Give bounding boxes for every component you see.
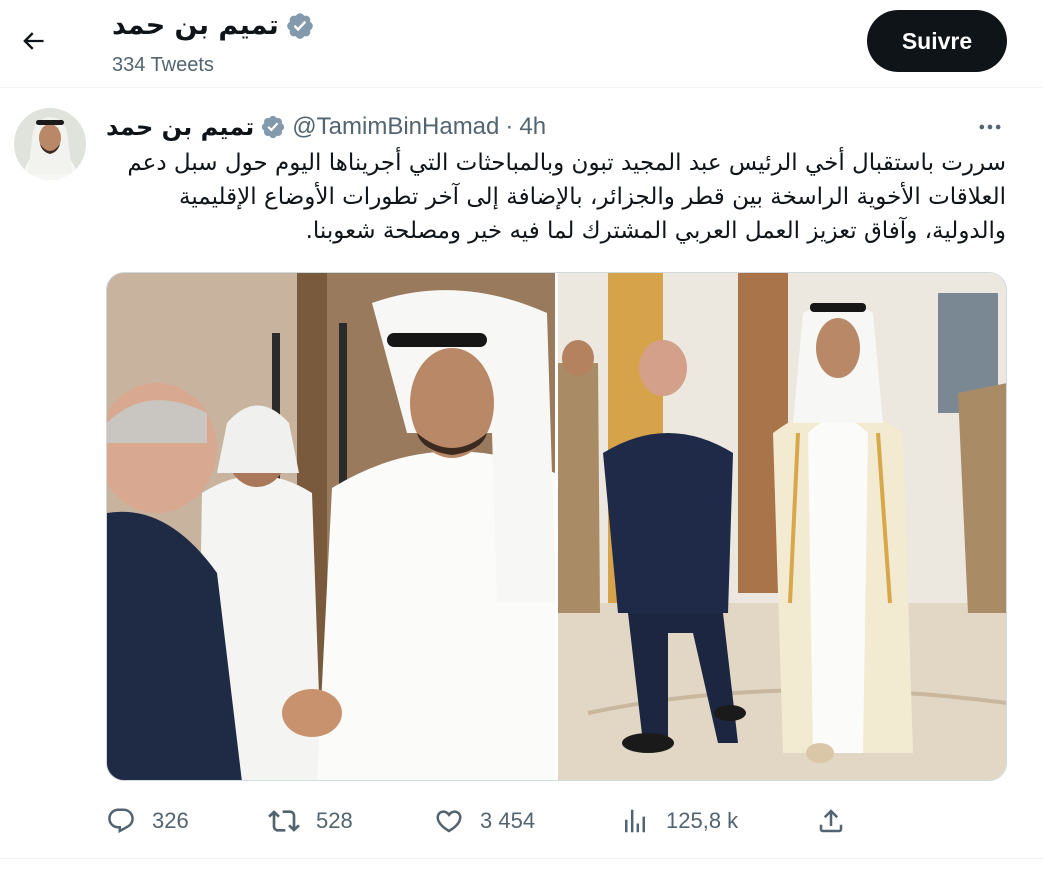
share-icon — [819, 809, 843, 833]
author-name[interactable]: تميم بن حمد — [106, 113, 254, 141]
verified-badge-icon — [287, 13, 313, 39]
author-handle[interactable]: @TamimBinHamad — [292, 113, 499, 141]
tweet-photo-2[interactable] — [558, 273, 1006, 780]
retweet-count: 528 — [316, 808, 353, 833]
tweet-photo-1[interactable] — [107, 273, 555, 780]
reply-button[interactable]: 326 — [106, 800, 189, 842]
tweet-actions: 326 528 3 454 125,8 k — [106, 800, 866, 842]
reply-icon — [108, 808, 134, 834]
tweet-count: 334 Tweets — [112, 54, 214, 76]
views-count: 125,8 k — [666, 808, 739, 833]
tweet-header: تميم بن حمد @TamimBinHamad · 4h — [106, 110, 546, 144]
back-button[interactable] — [14, 22, 52, 60]
analytics-icon — [625, 809, 645, 833]
author-avatar[interactable] — [14, 108, 86, 180]
more-button[interactable] — [970, 112, 1010, 142]
verified-badge-icon — [262, 115, 285, 139]
share-button[interactable] — [816, 800, 846, 842]
reply-count: 326 — [152, 808, 189, 833]
views-button[interactable]: 125,8 k — [620, 800, 738, 842]
retweet-button[interactable]: 528 — [268, 800, 353, 842]
tweet-time[interactable]: 4h — [519, 113, 546, 141]
meta-separator: · — [505, 113, 514, 140]
more-horizontal-icon — [979, 124, 1001, 130]
tweet-text: سررت باستقبال أخي الرئيس عبد المجيد تبون… — [127, 150, 1006, 244]
header-display-name: تميم بن حمد — [112, 10, 279, 41]
follow-button[interactable]: Suivre — [867, 10, 1007, 72]
like-count: 3 454 — [480, 808, 536, 833]
like-button[interactable]: 3 454 — [434, 800, 535, 842]
arrow-left-icon — [23, 32, 44, 50]
retweet-icon — [268, 810, 300, 832]
header-title: تميم بن حمد — [112, 8, 315, 44]
heart-icon — [436, 810, 462, 833]
profile-header: تميم بن حمد 334 Tweets Suivre — [0, 0, 1043, 88]
tweet-media — [106, 272, 1007, 781]
divider — [0, 858, 1043, 859]
